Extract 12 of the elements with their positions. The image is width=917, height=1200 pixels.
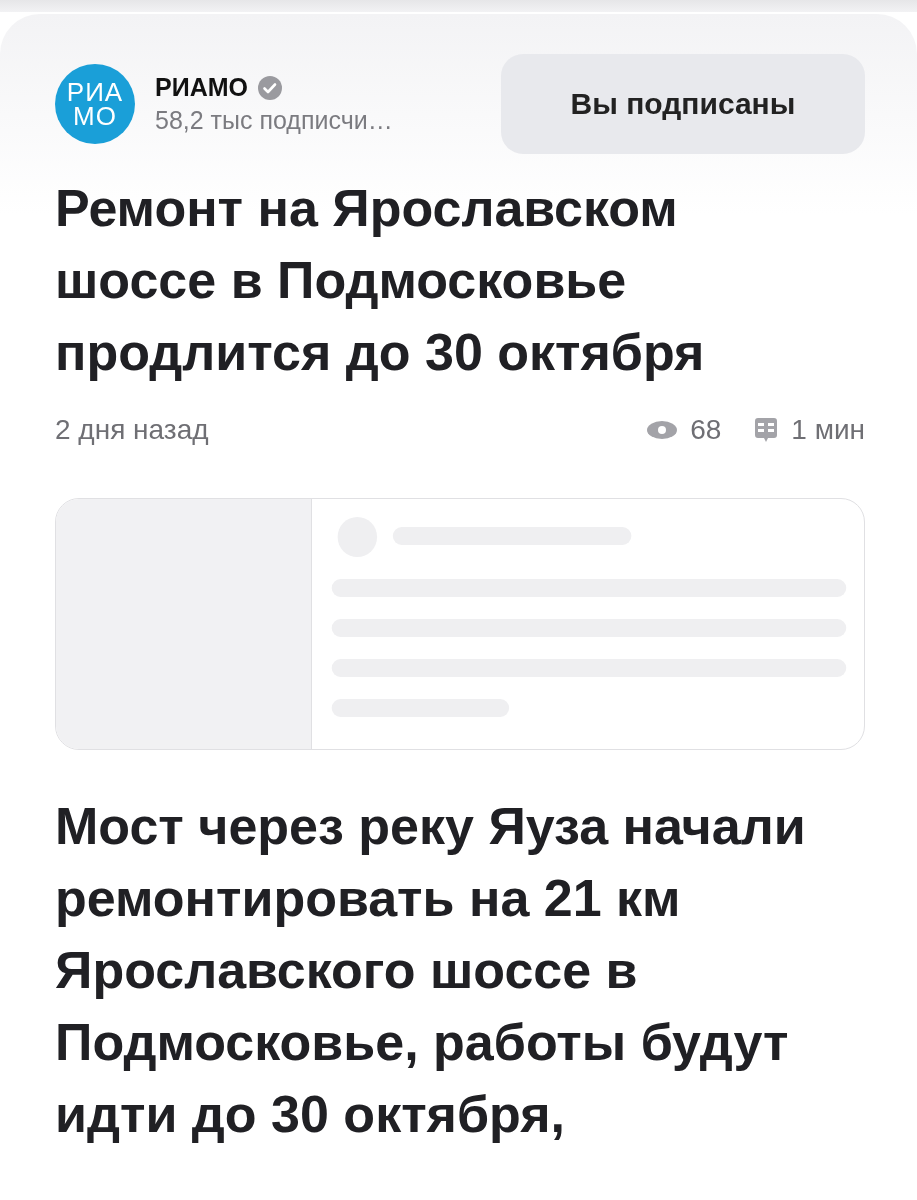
subscriber-count: 58,2 тыс подписчи… [155,106,394,135]
article-title: Ремонт на Ярославском шоссе в Подмосковье продлится до 30 октября [55,178,706,383]
logo-text: РИА [66,80,124,104]
eye-icon [646,420,679,440]
read-time: 1 мин [791,414,865,446]
channel-name[interactable]: РИАМО [155,73,248,102]
view-count: 68 [690,414,722,446]
book-icon [753,417,780,443]
subscribe-button[interactable]: Вы подписаны [501,54,865,154]
publish-date: 2 дня назад [55,414,209,446]
logo-text: МО [73,104,117,128]
article-lead: Мост через реку Яуза начали ремонтировать на 21 км Ярославского шоссе в Подмосковье, работы будут идти до 30 октября, [55,796,807,1145]
